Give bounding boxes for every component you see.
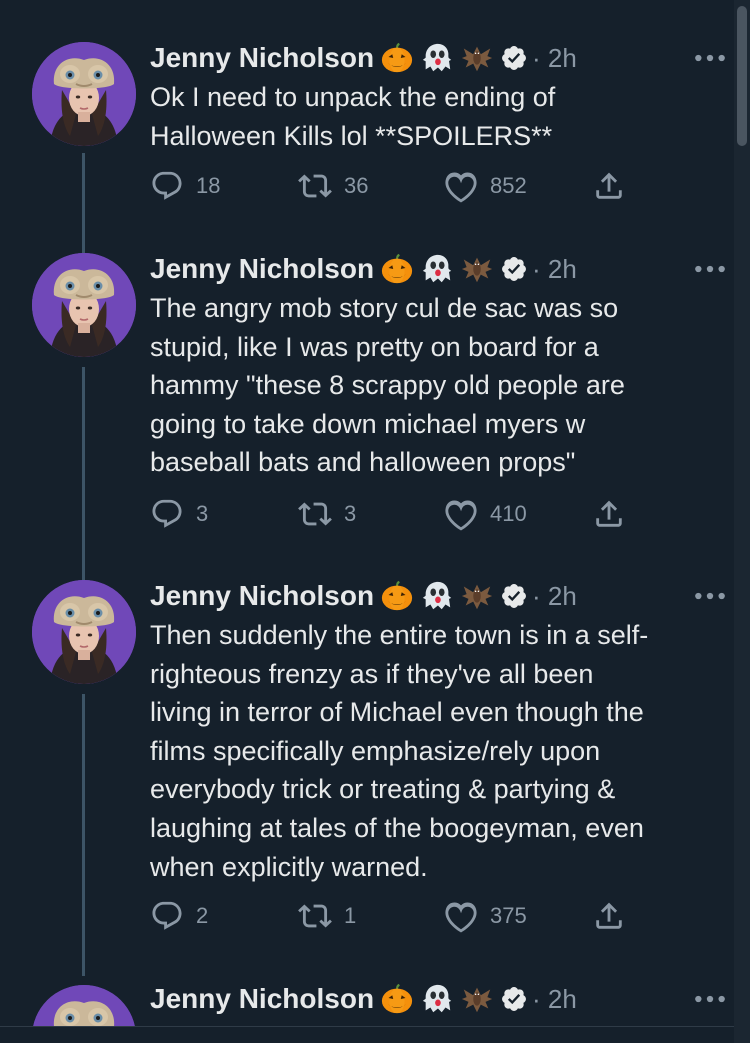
share-icon	[592, 899, 626, 933]
reply-button[interactable]: 2	[150, 896, 208, 936]
like-button[interactable]: 852	[444, 166, 527, 206]
reply-button[interactable]: 3	[150, 494, 208, 534]
share-icon	[592, 169, 626, 203]
bat-icon	[460, 252, 494, 286]
avatar[interactable]	[32, 253, 136, 357]
tweet-text: Ok I need to unpack the ending of Hallow…	[150, 82, 556, 151]
ghost-icon	[420, 41, 454, 75]
tweet-header: Jenny Nicholson · 2h	[150, 576, 577, 616]
like-button[interactable]: 375	[444, 896, 527, 936]
more-options-icon[interactable]	[690, 576, 730, 616]
tweet-actions: 3 3 410	[150, 494, 640, 534]
verified-badge-icon	[500, 44, 528, 72]
retweet-button[interactable]: 36	[298, 166, 368, 206]
bat-icon	[460, 579, 494, 613]
scrollbar-thumb[interactable]	[737, 6, 747, 146]
thread-connector	[82, 367, 85, 589]
share-button[interactable]	[592, 494, 626, 534]
tweet-actions: 18 36 852	[150, 166, 640, 206]
tweet-timestamp[interactable]: · 2h	[532, 43, 577, 74]
tweet-timestamp[interactable]: · 2h	[532, 984, 577, 1015]
reply-count: 3	[196, 501, 209, 526]
pumpkin-icon	[380, 982, 414, 1016]
verified-badge-icon	[500, 582, 528, 610]
tweet[interactable]: Jenny Nicholson · 2h Then suddenly the e…	[0, 576, 730, 976]
tweet-text: The angry mob story cul de sac was so st…	[150, 293, 625, 478]
heart-icon	[444, 169, 478, 203]
heart-icon	[444, 497, 478, 531]
bottom-divider	[0, 1026, 734, 1043]
reply-button[interactable]: 18	[150, 166, 220, 206]
reply-icon	[150, 169, 184, 203]
tweet-header: Jenny Nicholson · 2h	[150, 249, 577, 289]
reply-count: 18	[196, 173, 221, 198]
retweet-count: 3	[344, 501, 357, 526]
avatar[interactable]	[32, 42, 136, 146]
tweet-actions: 2 1 375	[150, 896, 640, 936]
retweet-icon	[298, 497, 332, 531]
like-count: 852	[490, 173, 527, 198]
retweet-count: 1	[344, 903, 357, 928]
ghost-icon	[420, 252, 454, 286]
avatar[interactable]	[32, 580, 136, 684]
bat-icon	[460, 982, 494, 1016]
retweet-icon	[298, 169, 332, 203]
like-button[interactable]: 410	[444, 494, 527, 534]
retweet-button[interactable]: 1	[298, 896, 356, 936]
more-options-icon[interactable]	[690, 249, 730, 289]
retweet-button[interactable]: 3	[298, 494, 356, 534]
reply-icon	[150, 497, 184, 531]
share-button[interactable]	[592, 896, 626, 936]
ghost-icon	[420, 579, 454, 613]
author-name[interactable]: Jenny Nicholson	[150, 253, 374, 285]
author-name[interactable]: Jenny Nicholson	[150, 42, 374, 74]
author-name[interactable]: Jenny Nicholson	[150, 983, 374, 1015]
verified-badge-icon	[500, 985, 528, 1013]
pumpkin-icon	[380, 579, 414, 613]
tweet-timestamp[interactable]: · 2h	[532, 581, 577, 612]
tweet-header: Jenny Nicholson · 2h	[150, 979, 577, 1019]
like-count: 375	[490, 903, 527, 928]
tweet[interactable]: Jenny Nicholson · 2h The angry mob story…	[0, 249, 730, 589]
retweet-count: 36	[344, 173, 369, 198]
tweet-header: Jenny Nicholson · 2h	[150, 38, 577, 78]
pumpkin-icon	[380, 252, 414, 286]
thread-view: Jenny Nicholson · 2h Ok I need to unpack…	[0, 0, 750, 1043]
pumpkin-icon	[380, 41, 414, 75]
reply-count: 2	[196, 903, 209, 928]
scrollbar[interactable]	[734, 0, 750, 1043]
reply-icon	[150, 899, 184, 933]
tweet-timestamp[interactable]: · 2h	[532, 254, 577, 285]
like-count: 410	[490, 501, 527, 526]
bat-icon	[460, 41, 494, 75]
share-button[interactable]	[592, 166, 626, 206]
retweet-icon	[298, 899, 332, 933]
share-icon	[592, 497, 626, 531]
ghost-icon	[420, 982, 454, 1016]
tweet-text: Then suddenly the entire town is in a se…	[150, 620, 649, 882]
heart-icon	[444, 899, 478, 933]
verified-badge-icon	[500, 255, 528, 283]
tweet[interactable]: Jenny Nicholson · 2h Ok I need to unpack…	[0, 38, 730, 265]
more-options-icon[interactable]	[690, 38, 730, 78]
more-options-icon[interactable]	[690, 979, 730, 1019]
author-name[interactable]: Jenny Nicholson	[150, 580, 374, 612]
thread-connector	[82, 694, 85, 976]
